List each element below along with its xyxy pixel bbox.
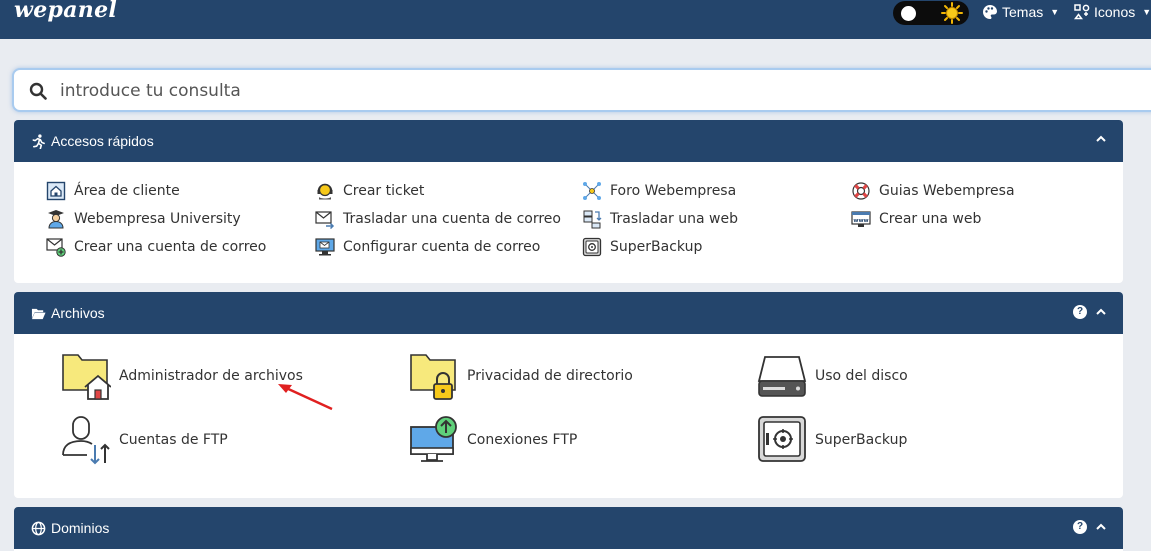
link-label: Trasladar una cuenta de correo — [343, 211, 561, 227]
tool-file-manager[interactable]: Administrador de archivos — [61, 351, 303, 401]
files-panel: Archivos ? Administrador de archivos Pri… — [14, 292, 1123, 498]
link-label: Configurar cuenta de correo — [343, 239, 541, 255]
quick-access-panel: Accesos rápidos Área de cliente Crear ti… — [14, 120, 1123, 283]
mail-add-icon — [46, 238, 66, 257]
iconos-menu[interactable]: Iconos ▼ — [1074, 4, 1151, 20]
safe-icon — [758, 416, 806, 462]
link-label: SuperBackup — [610, 239, 703, 255]
www-icon: www — [851, 211, 871, 227]
link-webempresa-university[interactable]: Webempresa University — [46, 209, 241, 229]
chevron-up-icon[interactable] — [1095, 133, 1107, 145]
svg-text:www: www — [853, 218, 868, 224]
folder-lock-icon — [410, 354, 456, 400]
help-icon[interactable]: ? — [1073, 520, 1087, 534]
chevron-up-icon[interactable] — [1095, 521, 1107, 533]
theme-toggle[interactable] — [893, 1, 969, 25]
iconos-label: Iconos — [1094, 4, 1136, 20]
quick-access-header[interactable]: Accesos rápidos — [14, 120, 1123, 162]
tool-ftp-connections[interactable]: Conexiones FTP — [409, 415, 577, 465]
link-label: Área de cliente — [74, 183, 180, 199]
toggle-knob — [901, 6, 916, 21]
tool-label: Cuentas de FTP — [119, 432, 228, 448]
link-foro-webempresa[interactable]: Foro Webempresa — [582, 181, 736, 201]
monitor-upload-icon — [410, 416, 457, 462]
sun-icon — [941, 2, 963, 24]
brand-logo[interactable]: wepanel — [14, 0, 117, 23]
globe-icon — [31, 521, 46, 535]
tool-directory-privacy[interactable]: Privacidad de directorio — [409, 351, 633, 401]
tool-disk-usage[interactable]: Uso del disco — [757, 351, 908, 401]
support-agent-icon — [317, 183, 333, 200]
mail-transfer-icon — [315, 211, 335, 229]
hard-disk-icon — [757, 356, 807, 397]
tool-label: Privacidad de directorio — [467, 368, 633, 384]
link-label: Crear una web — [879, 211, 982, 227]
link-area-cliente[interactable]: Área de cliente — [46, 181, 180, 201]
lifebuoy-icon — [852, 182, 870, 200]
graduate-icon — [48, 210, 64, 229]
search-icon — [29, 82, 47, 100]
search-input[interactable] — [60, 78, 1140, 104]
chevron-up-icon[interactable] — [1095, 306, 1107, 318]
caret-down-icon: ▼ — [1050, 7, 1060, 17]
mail-config-icon — [315, 238, 335, 256]
link-label: Guias Webempresa — [879, 183, 1015, 199]
tool-ftp-accounts[interactable]: Cuentas de FTP — [61, 415, 228, 465]
files-title: Archivos — [51, 305, 105, 321]
link-crear-web[interactable]: www Crear una web — [851, 209, 981, 229]
safe-icon — [582, 237, 602, 257]
folder-open-icon — [31, 308, 46, 319]
tool-label: SuperBackup — [815, 432, 908, 448]
link-trasladar-web[interactable]: Trasladar una web — [582, 209, 738, 229]
network-icon — [583, 182, 601, 200]
caret-down-icon: ▼ — [1142, 7, 1151, 17]
quick-access-title: Accesos rápidos — [51, 133, 154, 149]
icons-grid-icon — [1074, 4, 1090, 20]
tool-label: Uso del disco — [815, 368, 908, 384]
files-header[interactable]: Archivos ? — [14, 292, 1123, 334]
tool-label: Conexiones FTP — [467, 432, 578, 448]
temas-label: Temas — [1002, 4, 1044, 20]
top-navbar: wepanel Temas ▼ Iconos ▼ — [0, 0, 1151, 39]
link-label: Crear una cuenta de correo — [74, 239, 267, 255]
annotation-arrow — [278, 384, 333, 411]
link-trasladar-correo[interactable]: Trasladar una cuenta de correo — [315, 209, 561, 229]
server-transfer-icon — [583, 210, 602, 229]
link-label: Webempresa University — [74, 211, 241, 227]
domains-panel: Dominios ? — [14, 507, 1123, 551]
search-bar — [12, 68, 1151, 112]
link-superbackup[interactable]: SuperBackup — [582, 237, 702, 257]
link-configurar-correo[interactable]: Configurar cuenta de correo — [315, 237, 540, 257]
tool-superbackup[interactable]: SuperBackup — [757, 415, 907, 465]
help-icon[interactable]: ? — [1073, 305, 1087, 319]
link-label: Foro Webempresa — [610, 183, 737, 199]
user-transfer-icon — [62, 416, 110, 465]
domains-title: Dominios — [51, 520, 110, 536]
link-crear-ticket[interactable]: Crear ticket — [315, 181, 424, 201]
link-crear-correo[interactable]: Crear una cuenta de correo — [46, 237, 266, 257]
folder-home-icon — [62, 354, 111, 400]
domains-header[interactable]: Dominios ? — [14, 507, 1123, 549]
temas-menu[interactable]: Temas ▼ — [982, 4, 1059, 20]
link-label: Trasladar una web — [610, 211, 738, 227]
home-screen-icon — [46, 181, 66, 201]
palette-icon — [983, 5, 997, 19]
link-label: Crear ticket — [343, 183, 425, 199]
link-guias-webempresa[interactable]: Guias Webempresa — [851, 181, 1015, 201]
running-icon — [32, 133, 45, 149]
